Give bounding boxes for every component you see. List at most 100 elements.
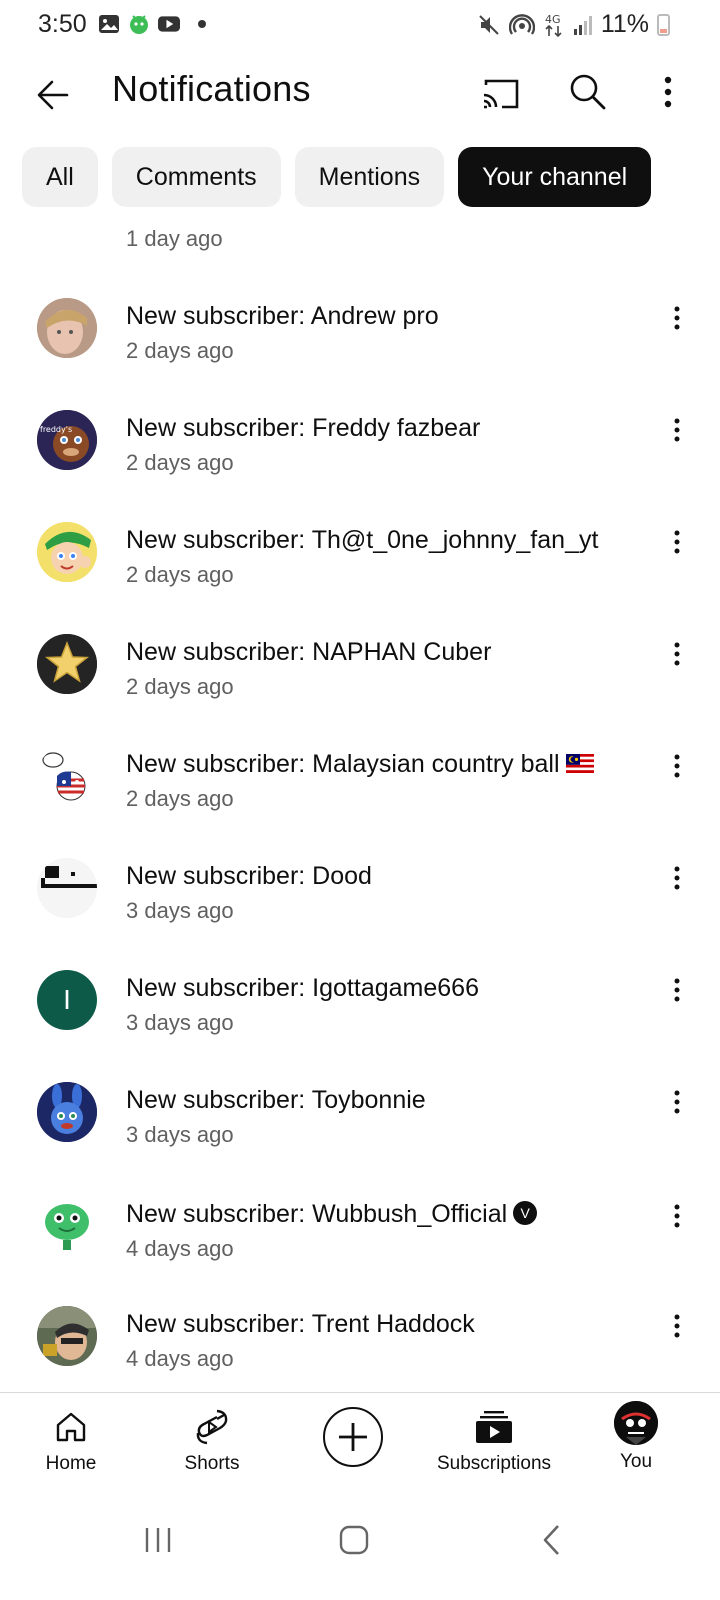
more-vert-icon [674, 1204, 680, 1228]
notification-item[interactable]: New subscriber: Malaysian country ball 2… [0, 720, 720, 832]
notification-item[interactable]: New subscriber: NAPHAN Cuber 2 days ago [0, 608, 720, 720]
system-home-button[interactable] [324, 1510, 384, 1570]
tab-your-channel[interactable]: Your channel [458, 147, 652, 207]
more-vert-icon [674, 530, 680, 554]
notification-item[interactable]: New subscriber: Th@t_0ne_johnny_fan_yt 2… [0, 496, 720, 608]
nav-subscriptions[interactable]: Subscriptions [432, 1393, 556, 1491]
svg-text:freddy's: freddy's [40, 425, 72, 434]
notification-item[interactable]: 1 day ago [0, 210, 720, 251]
status-left-icons [98, 14, 206, 34]
status-time: 3:50 [38, 10, 87, 38]
battery-icon [657, 13, 670, 36]
notification-menu-button[interactable] [662, 856, 692, 900]
nav-subscriptions-label: Subscriptions [436, 1453, 552, 1474]
search-button[interactable] [562, 66, 614, 118]
recents-icon [145, 1528, 171, 1552]
partial-avatar [37, 210, 97, 212]
malaysia-flag-icon [565, 753, 594, 773]
notification-title: New subscriber: Freddy fazbear [126, 414, 481, 442]
android-notification-icon [130, 15, 148, 34]
notification-menu-button[interactable] [662, 1194, 692, 1238]
notification-list: 1 day ago New subscriber: Andrew pro 2 d… [0, 210, 720, 1392]
shorts-icon [190, 1407, 234, 1447]
notification-item[interactable]: New subscriber: Andrew pro 2 days ago [0, 272, 720, 384]
notification-menu-button[interactable] [662, 1304, 692, 1348]
system-navigation [0, 1490, 720, 1600]
wubbush-avatar [37, 1196, 97, 1256]
nav-shorts-label: Shorts [184, 1453, 240, 1474]
cast-icon [483, 79, 519, 109]
notification-title: New subscriber: Dood [126, 862, 372, 890]
notification-time: 3 days ago [126, 1010, 234, 1035]
tab-comments[interactable]: Comments [111, 147, 281, 207]
nav-shorts[interactable]: Shorts [170, 1393, 254, 1491]
freddy-avatar: freddy's [37, 410, 97, 470]
recents-button[interactable] [128, 1510, 188, 1570]
nav-you[interactable]: You [606, 1393, 666, 1491]
search-icon [570, 74, 606, 110]
notification-item[interactable]: New subscriber: Wubbush_Official V 4 days… [0, 1168, 720, 1280]
notification-time: 4 days ago [126, 1236, 234, 1261]
arrow-left-icon [37, 80, 69, 110]
star-avatar [37, 634, 97, 694]
home-icon [339, 1525, 369, 1555]
notification-item[interactable]: freddy's New subscriber: Freddy fazbear … [0, 384, 720, 496]
notification-item[interactable]: New subscriber: Toybonnie 3 days ago [0, 1056, 720, 1168]
notification-time: 3 days ago [126, 898, 234, 923]
more-vert-icon [674, 306, 680, 330]
signal-icon [573, 15, 592, 35]
andrew-pro-avatar [37, 298, 97, 358]
cast-button[interactable] [474, 68, 526, 120]
notification-time: 2 days ago [126, 562, 234, 587]
notification-menu-button[interactable] [662, 520, 692, 564]
filter-tabs: All Comments Mentions Your channel [22, 147, 652, 207]
letter-avatar: I [37, 970, 97, 1030]
notification-menu-button[interactable] [662, 968, 692, 1012]
notification-title: New subscriber: Andrew pro [126, 302, 439, 330]
home-icon [49, 1407, 93, 1447]
nav-home[interactable]: Home [30, 1393, 112, 1491]
svg-text:4G: 4G [545, 13, 561, 26]
notification-time: 2 days ago [126, 674, 234, 699]
notification-menu-button[interactable] [662, 744, 692, 788]
notification-title: New subscriber: Trent Haddock [126, 1310, 475, 1338]
gallery-icon [99, 15, 119, 33]
notification-menu-button[interactable] [662, 1080, 692, 1124]
notification-item[interactable]: I New subscriber: Igottagame666 3 days a… [0, 944, 720, 1056]
cartoon-avatar [37, 522, 97, 582]
status-right-icons: 4G 11% [477, 10, 670, 39]
notification-time: 2 days ago [126, 450, 234, 475]
more-vert-icon [674, 418, 680, 442]
notification-time: 4 days ago [126, 1346, 234, 1371]
notification-item[interactable]: New subscriber: Dood 3 days ago [0, 832, 720, 944]
back-button[interactable] [28, 70, 78, 120]
tab-all[interactable]: All [22, 147, 98, 207]
notification-title: New subscriber: Toybonnie [126, 1086, 426, 1114]
more-options-button[interactable] [650, 66, 686, 118]
notification-menu-button[interactable] [662, 632, 692, 676]
4g-icon: 4G [545, 13, 562, 37]
dood-avatar [37, 858, 97, 918]
nav-you-label: You [619, 1451, 653, 1472]
toybonnie-avatar [37, 1082, 97, 1142]
verified-badge-icon: V [513, 1201, 538, 1226]
notification-menu-button[interactable] [662, 296, 692, 340]
create-button[interactable] [323, 1407, 383, 1467]
bottom-navigation: Home Shorts Subscriptions You [0, 1392, 720, 1490]
youtube-icon [158, 16, 180, 32]
notification-time: 3 days ago [126, 1122, 234, 1147]
page-title: Notifications [112, 68, 311, 109]
back-icon [543, 1525, 559, 1555]
mute-icon [479, 14, 499, 35]
notification-menu-button[interactable] [662, 408, 692, 452]
notification-time: 2 days ago [126, 786, 234, 811]
more-vert-icon [674, 642, 680, 666]
battery-percent: 11% [600, 10, 649, 38]
notification-item[interactable]: New subscriber: Trent Haddock 4 days ago [0, 1280, 720, 1392]
more-vert-icon [674, 1090, 680, 1114]
tab-mentions[interactable]: Mentions [294, 147, 445, 207]
more-vert-icon [674, 978, 680, 1002]
more-notifications-dot [198, 20, 206, 28]
system-back-button[interactable] [522, 1510, 582, 1570]
app-bar: Notifications [0, 52, 720, 142]
